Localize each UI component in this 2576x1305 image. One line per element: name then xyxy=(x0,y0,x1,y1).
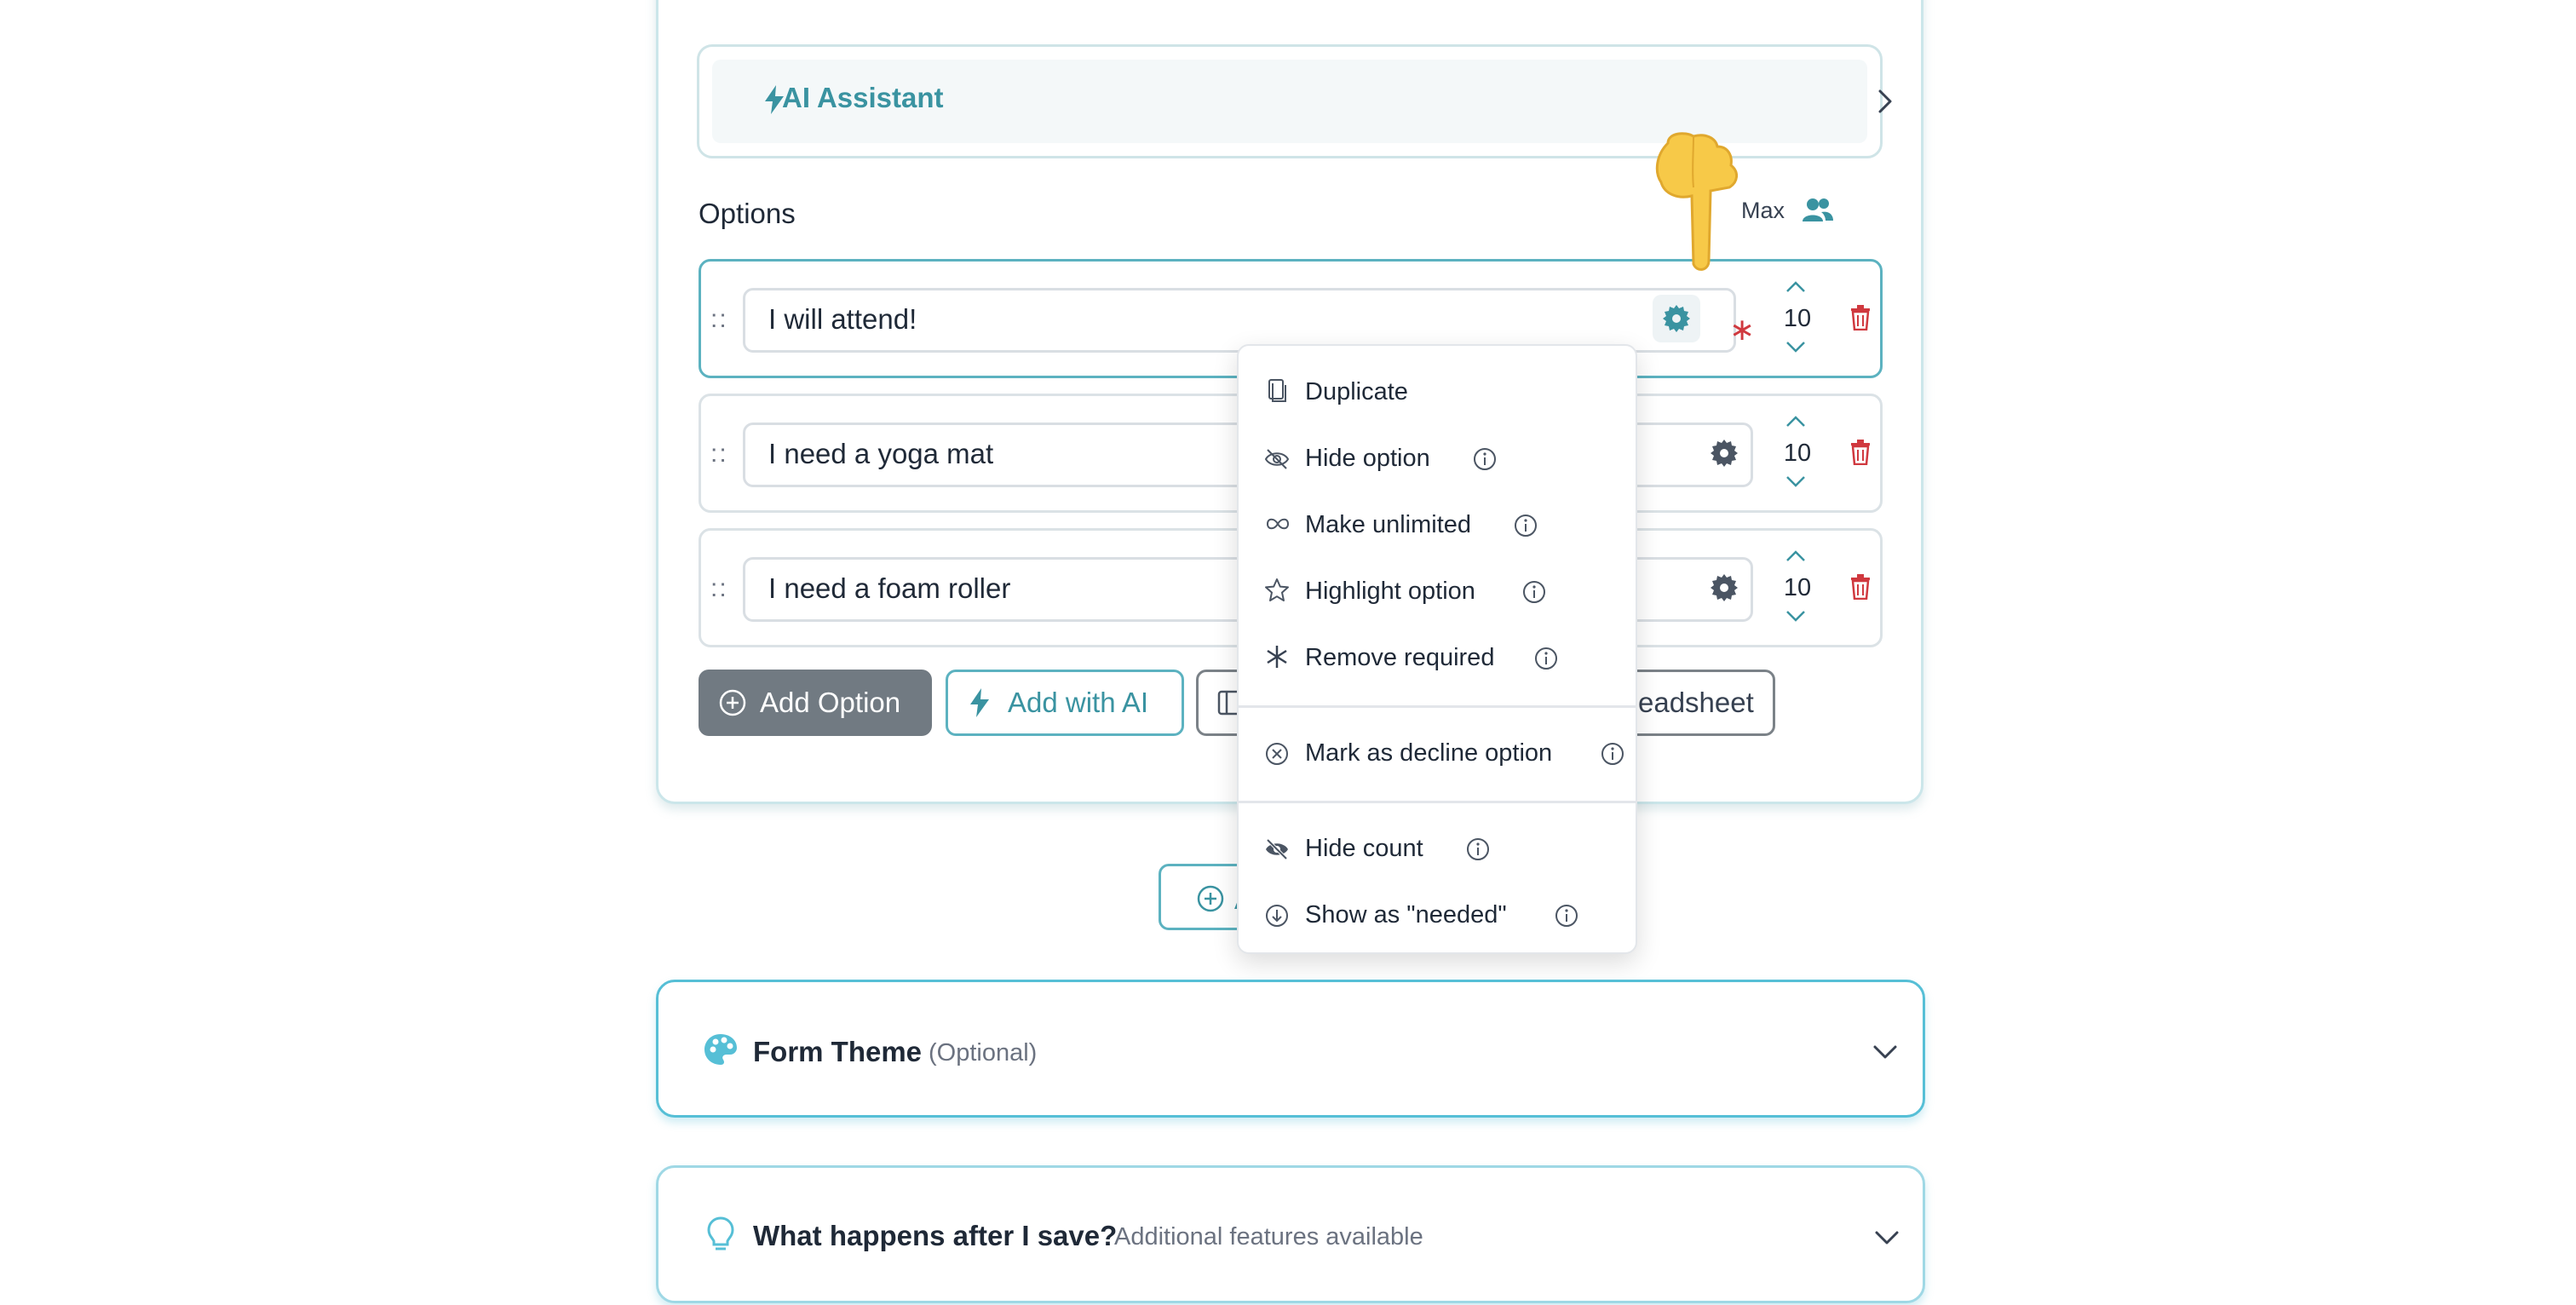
after-save-subtitle: Additional features available xyxy=(1114,1223,1423,1250)
menu-item-remove-required[interactable]: Remove required xyxy=(1305,644,1494,672)
menu-item-mark-decline[interactable]: Mark as decline option xyxy=(1305,739,1552,767)
menu-item-hide-count[interactable]: Hide count xyxy=(1305,835,1423,863)
menu-item-make-unlimited[interactable]: Make unlimited xyxy=(1305,511,1471,539)
info-icon[interactable] xyxy=(1513,513,1538,538)
options-heading: Options xyxy=(699,198,796,229)
menu-divider xyxy=(1239,801,1636,803)
info-icon[interactable] xyxy=(1521,579,1547,605)
menu-item-duplicate[interactable]: Duplicate xyxy=(1305,378,1408,406)
option-settings-button[interactable] xyxy=(1653,295,1700,342)
ai-assistant-label: AI Assistant xyxy=(782,82,944,113)
copy-icon xyxy=(1264,378,1290,404)
max-value[interactable]: 10 xyxy=(1772,440,1823,468)
info-icon[interactable] xyxy=(1533,646,1559,671)
option-text: I need a foam roller xyxy=(768,572,1011,604)
add-option-label: Add Option xyxy=(760,687,901,718)
form-theme-subtitle: (Optional) xyxy=(929,1039,1038,1066)
lightbulb-icon xyxy=(707,1216,734,1254)
palette-icon xyxy=(704,1032,738,1066)
bolt-icon xyxy=(970,688,989,717)
menu-item-highlight-option[interactable]: Highlight option xyxy=(1305,578,1475,606)
option-text: I will attend! xyxy=(768,303,917,335)
option-settings-button[interactable] xyxy=(1700,429,1748,477)
trash-icon[interactable] xyxy=(1850,305,1871,331)
star-icon xyxy=(1264,578,1290,603)
max-value[interactable]: 10 xyxy=(1772,305,1823,333)
add-option-button[interactable]: Add Option xyxy=(699,670,932,736)
chevron-right-icon[interactable] xyxy=(1877,89,1893,114)
option-text: I need a yoga mat xyxy=(768,438,994,469)
eye-off-icon xyxy=(1264,836,1290,862)
after-save-title: What happens after I save? xyxy=(753,1220,1118,1251)
decrement-icon[interactable] xyxy=(1785,610,1806,622)
arrow-down-circle-icon xyxy=(1264,903,1290,928)
increment-icon[interactable] xyxy=(1785,281,1806,293)
asterisk-icon xyxy=(1264,644,1290,670)
bolt-icon xyxy=(765,85,784,114)
add-with-ai-label: Add with AI xyxy=(1008,687,1149,718)
decrement-icon[interactable] xyxy=(1785,475,1806,487)
drag-handle[interactable]: :: xyxy=(710,305,728,334)
chevron-down-icon[interactable] xyxy=(1872,1044,1898,1060)
menu-item-hide-option[interactable]: Hide option xyxy=(1305,445,1430,473)
menu-divider xyxy=(1239,705,1636,708)
info-icon[interactable] xyxy=(1600,741,1625,767)
plus-circle-icon xyxy=(719,689,746,716)
drag-handle[interactable]: :: xyxy=(710,574,728,603)
max-label: Max xyxy=(1741,198,1785,223)
eye-off-icon xyxy=(1264,446,1290,472)
add-with-ai-button[interactable]: Add with AI xyxy=(946,670,1184,736)
spreadsheet-label: eadsheet xyxy=(1638,687,1754,718)
increment-icon[interactable] xyxy=(1785,550,1806,562)
decrement-icon[interactable] xyxy=(1785,341,1806,353)
form-theme-title: Form Theme xyxy=(753,1036,923,1067)
infinity-icon xyxy=(1264,511,1291,537)
trash-icon[interactable] xyxy=(1850,440,1871,465)
info-icon[interactable] xyxy=(1554,903,1579,928)
plus-circle-icon xyxy=(1197,885,1224,912)
option-settings-button[interactable] xyxy=(1700,564,1748,612)
x-circle-icon xyxy=(1264,741,1290,767)
increment-icon[interactable] xyxy=(1785,416,1806,428)
menu-item-show-needed[interactable]: Show as "needed" xyxy=(1305,901,1507,929)
drag-handle[interactable]: :: xyxy=(710,440,728,469)
pointing-hand-cursor-icon xyxy=(1644,128,1746,281)
info-icon[interactable] xyxy=(1465,836,1491,862)
max-value[interactable]: 10 xyxy=(1772,574,1823,602)
chevron-down-icon[interactable] xyxy=(1874,1230,1900,1245)
required-indicator[interactable]: ∗ xyxy=(1729,312,1755,348)
users-icon xyxy=(1803,198,1833,223)
trash-icon[interactable] xyxy=(1850,574,1871,600)
info-icon[interactable] xyxy=(1472,446,1498,472)
